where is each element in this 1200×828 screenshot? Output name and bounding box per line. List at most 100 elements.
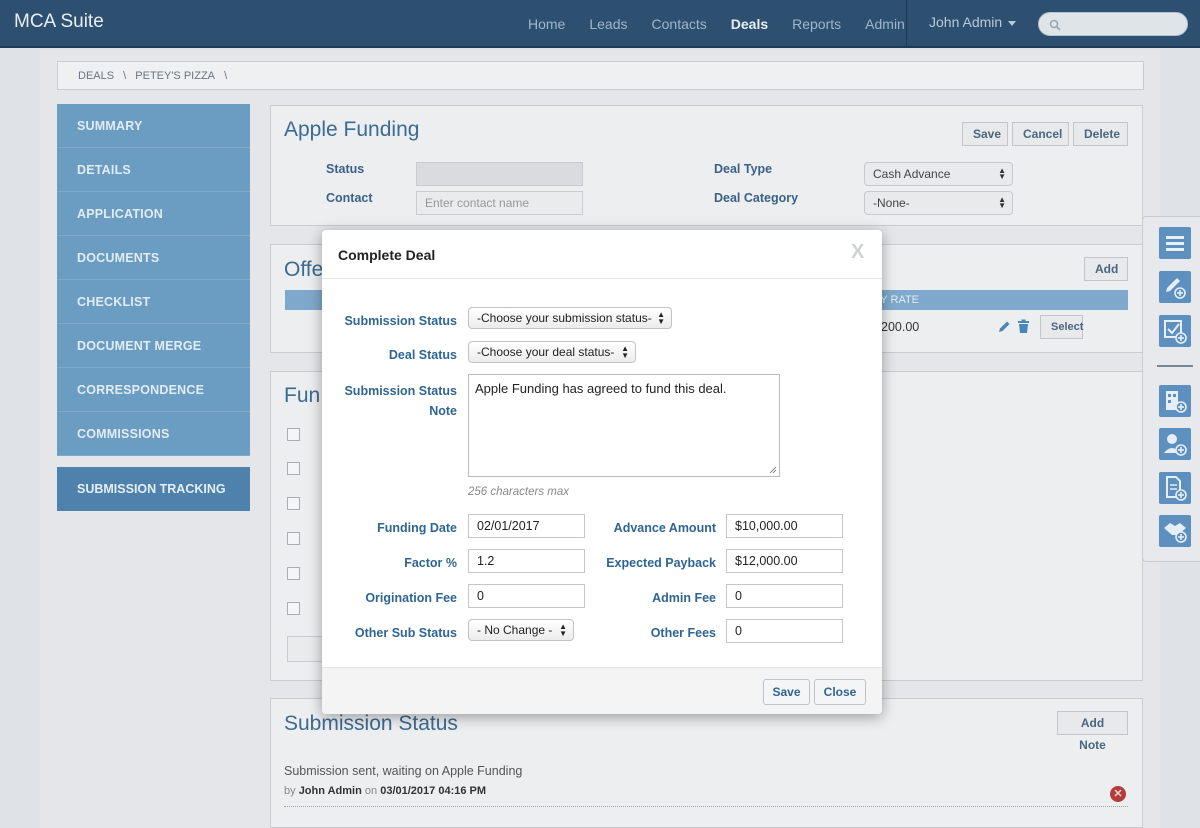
toolbar-divider (1157, 365, 1193, 367)
checklist-add-icon[interactable] (1159, 315, 1191, 347)
other-sub-status-label: Other Sub Status (354, 626, 457, 640)
trash-icon[interactable] (1017, 319, 1030, 334)
sidebar-item-summary[interactable]: SUMMARY (57, 104, 250, 148)
note-label-line1: Submission Status (344, 384, 457, 398)
sidebar-item-commissions[interactable]: COMMISSIONS (57, 412, 250, 456)
sidebar-item-document-merge[interactable]: DOCUMENT MERGE (57, 324, 250, 368)
other-fees-label: Other Fees (650, 626, 716, 640)
breadcrumb: DEALS \ PETEY'S PIZZA \ (57, 61, 1144, 90)
brand-logo[interactable]: MCA Suite (14, 11, 104, 33)
checklist-checkbox[interactable] (287, 428, 300, 441)
breadcrumb-separator: \ (224, 70, 228, 82)
note-text: Apple Funding has agreed to fund this de… (475, 381, 727, 396)
add-offer-button[interactable]: Add (1084, 257, 1128, 281)
offer-row-value: 200.00 (881, 320, 920, 334)
meta-author: John Admin (298, 785, 362, 797)
funding-date-label: Funding Date (377, 521, 457, 535)
search-input[interactable] (1038, 12, 1188, 36)
complete-deal-modal: Complete Deal X Submission Status -Choos… (322, 230, 882, 714)
cancel-button[interactable]: Cancel (1012, 122, 1069, 146)
sidebar-item-documents[interactable]: DOCUMENTS (57, 236, 250, 280)
sidebar: SUMMARY DETAILS APPLICATION DOCUMENTS CH… (57, 104, 250, 456)
status-label: Status (326, 162, 365, 176)
breadcrumb-deal-name[interactable]: PETEY'S PIZZA (135, 70, 215, 82)
sidebar-item-submission-tracking[interactable]: SUBMISSION TRACKING (57, 467, 250, 511)
modal-save-button[interactable]: Save (763, 679, 810, 705)
meta-on: on (364, 785, 378, 797)
status-field[interactable] (416, 162, 583, 186)
other-sub-status-select[interactable]: - No Change - ▲ ▼ (468, 619, 574, 641)
delete-button[interactable]: Delete (1073, 122, 1128, 146)
factor-input[interactable]: 1.2 (468, 549, 585, 573)
funding-date-input[interactable]: 02/01/2017 (468, 514, 585, 538)
checklist-checkbox[interactable] (287, 497, 300, 510)
checklist-checkbox[interactable] (287, 462, 300, 475)
nav-divider (906, 0, 907, 48)
deal-title: Apple Funding (284, 118, 420, 141)
funding-input[interactable] (287, 636, 327, 662)
sidebar-item-application[interactable]: APPLICATION (57, 192, 250, 236)
close-icon[interactable]: X (851, 241, 864, 264)
save-button[interactable]: Save (962, 122, 1008, 146)
origination-fee-input[interactable]: 0 (468, 584, 585, 608)
nav-leads[interactable]: Leads (589, 16, 627, 32)
note-divider (284, 806, 1128, 807)
deal-type-label: Deal Type (714, 162, 773, 176)
nav-deals[interactable]: Deals (731, 16, 768, 32)
nav-reports[interactable]: Reports (792, 16, 841, 32)
select-offer-button[interactable]: Select (1040, 315, 1083, 339)
building-add-icon[interactable] (1159, 385, 1191, 417)
edit-add-icon[interactable] (1159, 271, 1191, 303)
user-add-icon[interactable] (1159, 428, 1191, 460)
other-sub-status-value: - No Change - (477, 623, 553, 637)
select-arrows-icon: ▲ ▼ (998, 195, 1006, 210)
checklist-checkbox[interactable] (287, 532, 300, 545)
submission-status-value: -Choose your submission status- (477, 311, 652, 325)
user-menu[interactable]: John Admin (929, 14, 1017, 30)
origination-fee-label: Origination Fee (365, 591, 457, 605)
list-icon[interactable] (1159, 227, 1191, 259)
resize-handle-icon[interactable] (769, 466, 777, 474)
modal-close-button[interactable]: Close (814, 679, 866, 705)
deal-category-value: -None- (873, 196, 910, 210)
admin-fee-label: Admin Fee (652, 591, 716, 605)
contact-input[interactable]: Enter contact name (416, 191, 583, 215)
remove-note-icon[interactable]: ✕ (1110, 786, 1126, 802)
other-fees-input[interactable]: 0 (726, 619, 843, 643)
contact-label: Contact (326, 191, 373, 205)
submission-status-select[interactable]: -Choose your submission status- ▲ ▼ (468, 307, 672, 329)
checklist-checkbox[interactable] (287, 567, 300, 580)
modal-footer: Save Close (322, 667, 882, 714)
deal-type-select[interactable]: Cash Advance ▲ ▼ (864, 162, 1013, 186)
sidebar-item-correspondence[interactable]: CORRESPONDENCE (57, 368, 250, 412)
search-icon (1049, 19, 1061, 31)
user-name: John Admin (929, 14, 1003, 30)
advance-amount-label: Advance Amount (613, 521, 716, 535)
sidebar-item-details[interactable]: DETAILS (57, 148, 250, 192)
submission-status-label: Submission Status (344, 314, 457, 328)
expected-payback-input[interactable]: $12,000.00 (726, 549, 843, 573)
nav-admin[interactable]: Admin (865, 16, 905, 32)
expected-payback-label: Expected Payback (606, 556, 716, 570)
deal-status-select[interactable]: -Choose your deal status- ▲ ▼ (468, 341, 636, 363)
factor-label: Factor % (404, 556, 457, 570)
handshake-add-icon[interactable] (1159, 515, 1191, 547)
admin-fee-input[interactable]: 0 (726, 584, 843, 608)
chevron-down-icon (1008, 20, 1017, 26)
breadcrumb-deals[interactable]: DEALS (78, 70, 114, 82)
select-arrows-icon: ▲ ▼ (559, 622, 567, 638)
submission-note-textarea[interactable]: Apple Funding has agreed to fund this de… (468, 374, 780, 477)
deal-status-value: -Choose your deal status- (477, 345, 615, 359)
modal-header: Complete Deal X (322, 230, 882, 279)
advance-amount-input[interactable]: $10,000.00 (726, 514, 843, 538)
select-arrows-icon: ▲ ▼ (621, 344, 629, 360)
checklist-checkbox[interactable] (287, 602, 300, 615)
funding-title: Fun (284, 384, 321, 407)
sidebar-item-checklist[interactable]: CHECKLIST (57, 280, 250, 324)
nav-contacts[interactable]: Contacts (652, 16, 707, 32)
add-note-button[interactable]: Add Note (1057, 711, 1128, 752)
nav-home[interactable]: Home (528, 16, 565, 32)
deal-category-select[interactable]: -None- ▲ ▼ (864, 191, 1013, 215)
document-add-icon[interactable] (1159, 472, 1191, 504)
pencil-icon[interactable] (997, 320, 1011, 334)
